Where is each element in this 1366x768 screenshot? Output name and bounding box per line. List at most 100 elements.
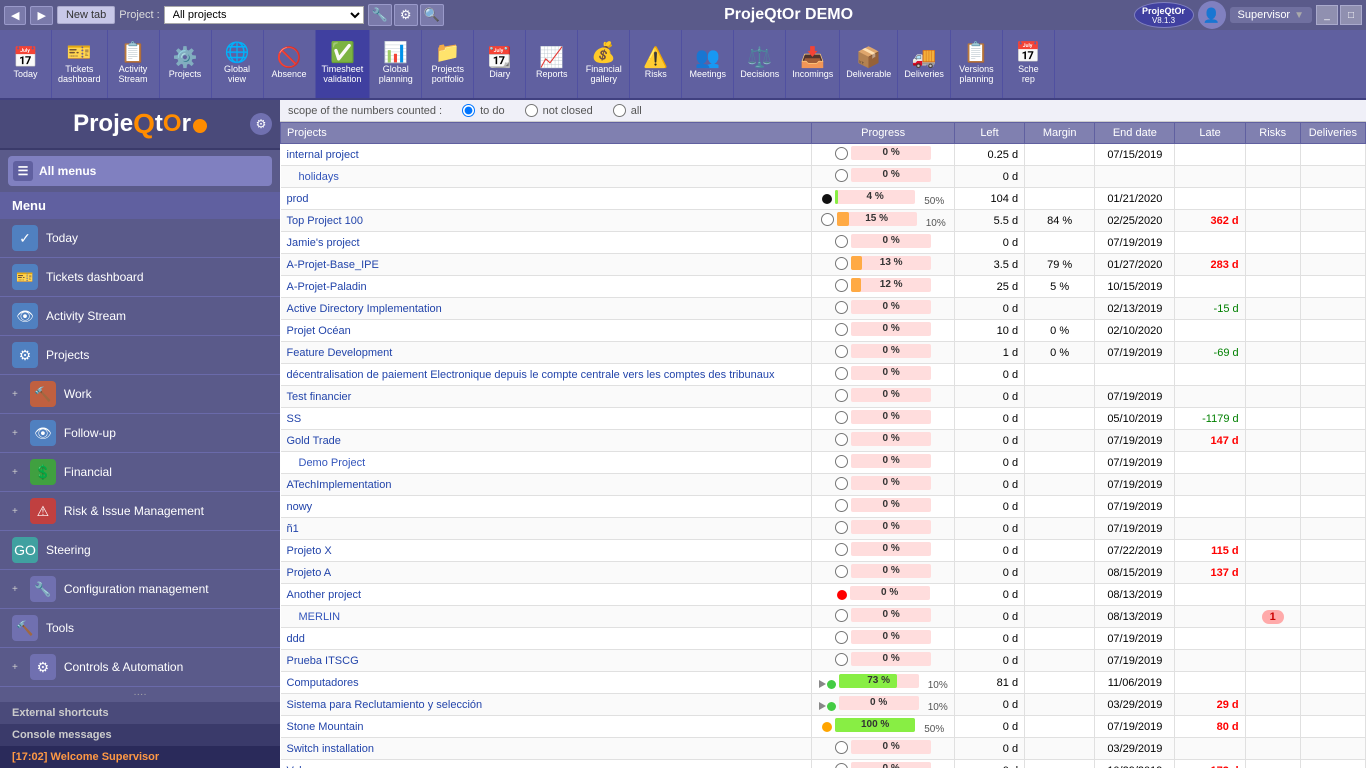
project-name-cell[interactable]: Stone Mountain <box>281 716 812 738</box>
back-button[interactable]: ◀ <box>4 6 26 25</box>
project-name-cell[interactable]: MERLIN <box>281 606 812 628</box>
project-name-cell[interactable]: ATechImplementation <box>281 474 812 496</box>
project-name-cell[interactable]: Test financier <box>281 386 812 408</box>
maximize-button[interactable]: □ <box>1340 5 1362 25</box>
project-name-cell[interactable]: A-Projet-Paladin <box>281 276 812 298</box>
project-name-cell[interactable]: décentralisation de paiement Electroniqu… <box>281 364 812 386</box>
project-select[interactable]: All projects <box>164 6 364 24</box>
table-row[interactable]: MERLIN 0 % 0 d 08/13/2019 1 <box>281 606 1366 628</box>
project-name-cell[interactable]: Sistema para Reclutamiento y selección <box>281 694 812 716</box>
toolbar-meetings[interactable]: 👥 Meetings <box>682 30 734 98</box>
tools-icon-btn[interactable]: 🔧 <box>368 4 392 26</box>
table-row[interactable]: Gold Trade 0 % 0 d 07/19/2019 147 d <box>281 430 1366 452</box>
project-name-cell[interactable]: Projet Océan <box>281 320 812 342</box>
sidebar-item-followup[interactable]: + 👁 Follow-up <box>0 414 280 453</box>
sidebar-item-work[interactable]: + 🔨 Work <box>0 375 280 414</box>
project-name-cell[interactable]: ñ1 <box>281 518 812 540</box>
toolbar-global-planning[interactable]: 📊 Globalplanning <box>370 30 422 98</box>
project-name-cell[interactable]: A-Projet-Base_IPE <box>281 254 812 276</box>
sidebar-item-steering[interactable]: GO Steering <box>0 531 280 570</box>
sidebar-item-config[interactable]: + 🔧 Configuration management <box>0 570 280 609</box>
sidebar-item-today[interactable]: ✓ Today <box>0 219 280 258</box>
toolbar-diary[interactable]: 📆 Diary <box>474 30 526 98</box>
project-name-cell[interactable]: Computadores <box>281 672 812 694</box>
sidebar-item-activity[interactable]: 👁 Activity Stream <box>0 297 280 336</box>
table-row[interactable]: Jamie's project 0 % 0 d 07/19/2019 <box>281 232 1366 254</box>
table-row[interactable]: Top Project 100 15 % 10% 5.5 d 84 % 02/2… <box>281 210 1366 232</box>
sidebar-item-projects[interactable]: ⚙ Projects <box>0 336 280 375</box>
sidebar-item-tickets[interactable]: 🎫 Tickets dashboard <box>0 258 280 297</box>
toolbar-today[interactable]: 📅 Today <box>0 30 52 98</box>
toolbar-incomings[interactable]: 📥 Incomings <box>786 30 840 98</box>
toolbar-global-view[interactable]: 🌐 Globalview <box>212 30 264 98</box>
project-name-cell[interactable]: prod <box>281 188 812 210</box>
minimize-button[interactable]: _ <box>1316 5 1338 25</box>
project-name-cell[interactable]: SS <box>281 408 812 430</box>
table-row[interactable]: internal project 0 % 0.25 d 07/15/2019 <box>281 144 1366 166</box>
project-name-cell[interactable]: Projeto X <box>281 540 812 562</box>
project-name-cell[interactable]: Feature Development <box>281 342 812 364</box>
table-row[interactable]: Projeto X 0 % 0 d 07/22/2019 115 d <box>281 540 1366 562</box>
toolbar-schedule[interactable]: 📅 Scherep <box>1003 30 1055 98</box>
table-row[interactable]: décentralisation de paiement Electroniqu… <box>281 364 1366 386</box>
table-row[interactable]: Projet Océan 0 % 10 d 0 % 02/10/2020 <box>281 320 1366 342</box>
toolbar-timesheet[interactable]: ✅ Timesheetvalidation <box>316 30 371 98</box>
todo-radio[interactable] <box>462 104 475 117</box>
toolbar-reports[interactable]: 📈 Reports <box>526 30 578 98</box>
table-row[interactable]: Demo Project 0 % 0 d 07/19/2019 <box>281 452 1366 474</box>
project-name-cell[interactable]: holidays <box>281 166 812 188</box>
sidebar-item-financial[interactable]: + 💲 Financial <box>0 453 280 492</box>
table-row[interactable]: Valse 0 % 0 d 10/29/2019 172 d <box>281 760 1366 768</box>
project-name-cell[interactable]: nowy <box>281 496 812 518</box>
table-row[interactable]: Sistema para Reclutamiento y selección 0… <box>281 694 1366 716</box>
table-row[interactable]: Switch installation 0 % 0 d 03/29/2019 <box>281 738 1366 760</box>
table-row[interactable]: Feature Development 0 % 1 d 0 % 07/19/20… <box>281 342 1366 364</box>
toolbar-risks[interactable]: ⚠️ Risks <box>630 30 682 98</box>
table-row[interactable]: Another project 0 % 0 d 08/13/2019 <box>281 584 1366 606</box>
table-row[interactable]: Prueba ITSCG 0 % 0 d 07/19/2019 <box>281 650 1366 672</box>
search-icon-btn[interactable]: 🔍 <box>420 4 444 26</box>
settings-icon-btn[interactable]: ⚙ <box>394 4 418 26</box>
table-row[interactable]: Projeto A 0 % 0 d 08/15/2019 137 d <box>281 562 1366 584</box>
project-name-cell[interactable]: Switch installation <box>281 738 812 760</box>
not-closed-radio[interactable] <box>525 104 538 117</box>
table-row[interactable]: ñ1 0 % 0 d 07/19/2019 <box>281 518 1366 540</box>
table-row[interactable]: ddd 0 % 0 d 07/19/2019 <box>281 628 1366 650</box>
table-row[interactable]: Computadores 73 % 10% 81 d 11/06/2019 <box>281 672 1366 694</box>
table-row[interactable]: SS 0 % 0 d 05/10/2019 -1179 d <box>281 408 1366 430</box>
project-name-cell[interactable]: Prueba ITSCG <box>281 650 812 672</box>
user-dropdown-icon[interactable]: ▼ <box>1294 10 1304 21</box>
project-name-cell[interactable]: Projeto A <box>281 562 812 584</box>
project-name-cell[interactable]: ddd <box>281 628 812 650</box>
forward-button[interactable]: ▶ <box>30 6 52 25</box>
table-row[interactable]: nowy 0 % 0 d 07/19/2019 <box>281 496 1366 518</box>
table-row[interactable]: A-Projet-Base_IPE 13 % 3.5 d 79 % 01/27/… <box>281 254 1366 276</box>
toolbar-tickets[interactable]: 🎫 Ticketsdashboard <box>52 30 108 98</box>
project-name-cell[interactable]: Another project <box>281 584 812 606</box>
sidebar-item-tools[interactable]: 🔨 Tools <box>0 609 280 648</box>
project-name-cell[interactable]: Demo Project <box>281 452 812 474</box>
table-row[interactable]: Test financier 0 % 0 d 07/19/2019 <box>281 386 1366 408</box>
sidebar-item-controls[interactable]: + ⚙ Controls & Automation <box>0 648 280 687</box>
toolbar-versions[interactable]: 📋 Versionsplanning <box>951 30 1003 98</box>
toolbar-financial[interactable]: 💰 Financialgallery <box>578 30 630 98</box>
project-name-cell[interactable]: Top Project 100 <box>281 210 812 232</box>
all-menus-button[interactable]: ☰ All menus <box>8 156 272 186</box>
table-row[interactable]: prod 4 % 50% 104 d 01/21/2020 <box>281 188 1366 210</box>
new-tab-button[interactable]: New tab <box>57 6 115 24</box>
table-row[interactable]: ATechImplementation 0 % 0 d 07/19/2019 <box>281 474 1366 496</box>
toolbar-deliveries[interactable]: 🚚 Deliveries <box>898 30 951 98</box>
project-name-cell[interactable]: Active Directory Implementation <box>281 298 812 320</box>
table-row[interactable]: Active Directory Implementation 0 % 0 d … <box>281 298 1366 320</box>
toolbar-deliverable[interactable]: 📦 Deliverable <box>840 30 898 98</box>
toolbar-activity[interactable]: 📋 ActivityStream <box>108 30 160 98</box>
toolbar-portfolio[interactable]: 📁 Projectsportfolio <box>422 30 474 98</box>
project-name-cell[interactable]: Gold Trade <box>281 430 812 452</box>
table-row[interactable]: holidays 0 % 0 d <box>281 166 1366 188</box>
sidebar-settings-icon[interactable]: ⚙ <box>250 113 272 135</box>
sidebar-item-risk[interactable]: + ⚠ Risk & Issue Management <box>0 492 280 531</box>
toolbar-projects[interactable]: ⚙️ Projects <box>160 30 212 98</box>
project-name-cell[interactable]: Jamie's project <box>281 232 812 254</box>
project-name-cell[interactable]: Valse <box>281 760 812 768</box>
toolbar-decisions[interactable]: ⚖️ Decisions <box>734 30 786 98</box>
